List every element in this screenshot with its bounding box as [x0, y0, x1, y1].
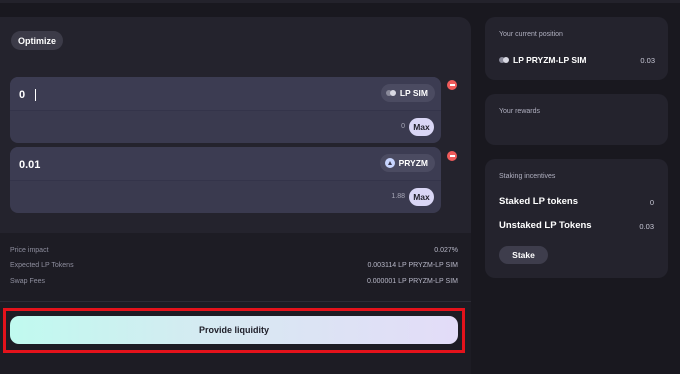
remove-lp-sim-icon[interactable] — [447, 80, 457, 90]
lp-pair-icon — [499, 57, 509, 63]
token-label: LP SIM — [399, 88, 428, 98]
swap-fees-value: 0.000001 LP PRYZM-LP SIM — [366, 278, 458, 285]
rewards-card: Your rewards — [485, 94, 668, 145]
pryzm-icon — [384, 158, 395, 168]
text-cursor — [35, 89, 36, 101]
unstaked-label: Unstaked LP Tokens — [499, 220, 592, 231]
position-token: LP PRYZM-LP SIM — [513, 55, 587, 65]
lp-sim-amount-input[interactable] — [19, 86, 219, 103]
lp-sim-balance: 0 — [401, 123, 405, 130]
staking-title: Staking incentives — [499, 173, 556, 180]
divider — [0, 301, 471, 302]
optimize-button[interactable]: Optimize — [11, 31, 63, 50]
swap-fees-label: Swap Fees — [10, 278, 46, 285]
pryzm-token-selector[interactable]: PRYZM — [379, 154, 435, 172]
staking-card: Staking incentives Staked LP tokens 0 Un… — [485, 159, 668, 278]
remove-pryzm-icon[interactable] — [447, 151, 457, 161]
expected-lp-value: 0.003114 LP PRYZM-LP SIM — [367, 262, 458, 269]
top-strip — [0, 0, 680, 3]
price-impact-value: 0.027% — [434, 247, 458, 254]
stake-button[interactable]: Stake — [499, 246, 548, 264]
lp-sim-token-selector[interactable]: LP SIM — [380, 84, 435, 102]
unstaked-value: 0.03 — [639, 222, 654, 231]
token-label: PRYZM — [398, 158, 428, 168]
pryzm-balance: 1.88 — [391, 193, 405, 200]
lp-sim-input-box: LP SIM 0 Max — [10, 77, 441, 143]
price-impact-label: Price impact — [10, 247, 49, 254]
current-position-title: Your current position — [499, 31, 563, 38]
provide-liquidity-button[interactable]: Provide liquidity — [10, 316, 458, 344]
current-position-card: Your current position LP PRYZM-LP SIM 0.… — [485, 17, 668, 80]
pryzm-amount-input[interactable] — [19, 156, 219, 173]
expected-lp-row: Expected LP Tokens 0.003114 LP PRYZM-LP … — [10, 262, 458, 272]
lp-sim-max-button[interactable]: Max — [409, 118, 434, 136]
position-row: LP PRYZM-LP SIM — [499, 54, 641, 66]
swap-fees-row: Swap Fees 0.000001 LP PRYZM-LP SIM — [10, 278, 458, 288]
pryzm-max-button[interactable]: Max — [409, 188, 434, 206]
lp-pair-icon — [385, 90, 396, 96]
price-impact-row: Price impact 0.027% — [10, 247, 458, 257]
pryzm-input-box: PRYZM 1.88 Max — [10, 147, 441, 213]
staked-value: 0 — [649, 198, 654, 207]
expected-lp-label: Expected LP Tokens — [10, 262, 74, 269]
position-amount: 0.03 — [640, 56, 655, 65]
staked-label: Staked LP tokens — [499, 196, 579, 207]
rewards-title: Your rewards — [499, 108, 540, 115]
